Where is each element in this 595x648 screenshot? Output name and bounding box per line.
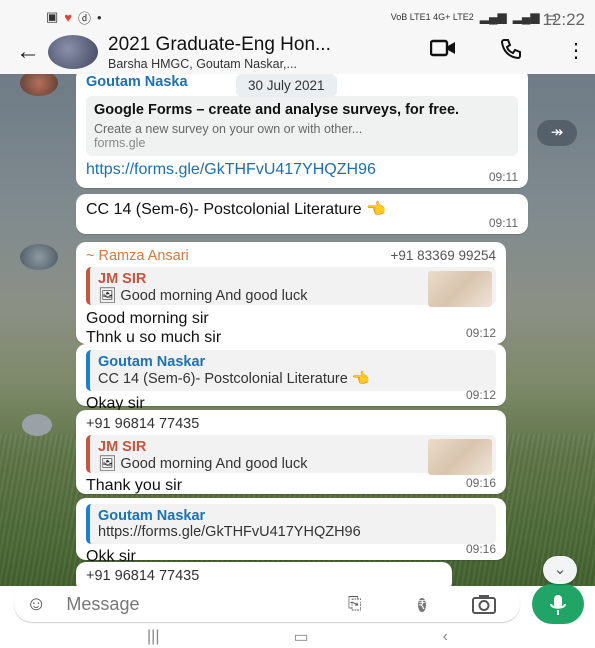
group-title-block[interactable]: 2021 Graduate-Eng Hon... Barsha HMGC, Go… [108, 34, 408, 71]
message-bubble[interactable]: +91 96814 77435 [76, 562, 452, 586]
link-preview[interactable]: Google Forms – create and analyse survey… [86, 96, 518, 156]
camera-icon[interactable] [472, 594, 496, 619]
group-avatar[interactable] [48, 35, 98, 69]
message-time: 09:12 [465, 326, 496, 340]
preview-description: Create a new survey on your own or with … [94, 122, 363, 136]
message-input[interactable]: ☺ Message ⎘ ₹ [14, 586, 520, 622]
message-bubble[interactable]: Goutam Naskar CC 14 (Sem-6)- Postcolonia… [76, 344, 506, 412]
sender-phone[interactable]: +91 96814 77435 [86, 568, 442, 584]
sender-phone[interactable]: +91 96814 77435 [86, 416, 496, 432]
home-icon[interactable]: ▭ [293, 627, 308, 647]
system-nav-bar: ||| ▭ ‹ [0, 626, 595, 648]
message-time: 09:16 [465, 476, 496, 490]
message-bubble[interactable]: ~ Ramza Ansari +91 83369 99254 JM SIR 🖼 … [76, 242, 506, 346]
message-text: Thank you sir [86, 477, 183, 494]
message-time: 09:11 [488, 216, 518, 230]
chat-area[interactable]: Goutam Naska Google Forms – create and a… [0, 74, 595, 586]
microphone-button[interactable] [532, 584, 584, 624]
message-bubble[interactable]: +91 96814 77435 JM SIR 🖼 Good morning An… [76, 410, 506, 494]
recent-apps-icon[interactable]: ||| [147, 628, 159, 646]
back-arrow-icon[interactable]: ← [16, 38, 44, 66]
video-call-icon[interactable] [429, 38, 456, 64]
attach-icon[interactable]: ⎘ [348, 594, 362, 614]
more-options-icon[interactable]: ⋮ [566, 38, 586, 63]
quote-thumbnail [428, 271, 492, 307]
preview-title: Google Forms – create and analyse survey… [94, 102, 460, 118]
message-bubble[interactable]: CC 14 (Sem-6)- Postcolonial Literature 👈… [76, 194, 528, 234]
gallery-notification-icon: ▣ [46, 9, 59, 24]
status-time: 12:22 [542, 10, 585, 29]
quoted-message[interactable]: JM SIR 🖼 Good morning And good luck [86, 435, 496, 475]
sender-name[interactable]: ~ Ramza Ansari [86, 248, 189, 264]
group-members: Barsha HMGC, Goutam Naskar,... [108, 56, 297, 71]
app-notification-icon: ⓓ [78, 10, 92, 26]
message-text: CC 14 (Sem-6)- Postcolonial Literature 👈 [86, 201, 387, 218]
heart-notification-icon: ♥ [64, 9, 73, 25]
preview-domain: forms.gle [94, 136, 146, 150]
signal-icon: ▂▄▆ [479, 10, 507, 24]
chat-header[interactable]: ← 2021 Graduate-Eng Hon... Barsha HMGC, … [0, 30, 595, 74]
message-link[interactable]: https://forms.gle/GkTHFvU417YHQZH96 [86, 160, 386, 180]
scroll-down-icon[interactable]: ⌄ [543, 556, 577, 584]
group-title: 2021 Graduate-Eng Hon... [108, 33, 331, 55]
message-time: 09:11 [488, 170, 518, 184]
quote-thumbnail [428, 439, 492, 475]
sender-avatar[interactable] [20, 74, 58, 96]
network-label: VoB LTE1 4G+ LTE2 [390, 12, 474, 22]
message-time: 09:12 [465, 388, 496, 402]
quote-sender: Goutam Naskar [98, 354, 206, 370]
status-bar: 12:22 ▣ ♥ ⓓ • VoB LTE1 4G+ LTE2 ▂▄▆ ▂▄▆ … [0, 0, 595, 34]
quoted-message[interactable]: Goutam Naskar https://forms.gle/GkTHFvU4… [86, 504, 496, 544]
message-bubble[interactable]: Goutam Naskar https://forms.gle/GkTHFvU4… [76, 498, 506, 565]
default-avatar-icon[interactable] [22, 414, 52, 436]
quote-text: https://forms.gle/GkTHFvU417YHQZH96 [98, 524, 361, 540]
quoted-message[interactable]: Goutam Naskar CC 14 (Sem-6)- Postcolonia… [86, 350, 496, 391]
signal-2-icon: ▂▄▆ [512, 10, 540, 24]
forward-icon[interactable]: ↠ [537, 120, 577, 146]
message-text-line-1: Good morning sir [86, 310, 209, 327]
payment-icon[interactable]: ₹ [418, 598, 426, 612]
emoji-icon[interactable]: ☺ [26, 593, 46, 616]
sender-phone: +91 83369 99254 [390, 248, 496, 263]
back-nav-icon[interactable]: ‹ [443, 628, 448, 646]
voice-call-icon[interactable] [500, 38, 522, 66]
message-placeholder: Message [66, 593, 140, 614]
input-bar: ☺ Message ⎘ ₹ [0, 584, 595, 630]
sender-avatar[interactable] [20, 244, 58, 270]
message-time: 09:16 [465, 542, 496, 556]
date-separator: 30 July 2021 [236, 74, 337, 97]
quote-text: CC 14 (Sem-6)- Postcolonial Literature 👈 [98, 371, 370, 387]
quoted-message[interactable]: JM SIR 🖼 Good morning And good luck [86, 267, 496, 307]
quote-sender: Goutam Naskar [98, 508, 206, 524]
dot-icon: • [97, 9, 102, 25]
